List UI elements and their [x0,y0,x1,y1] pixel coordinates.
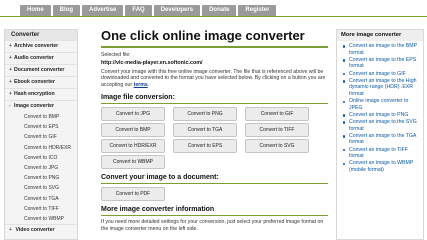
right-sidebar-links: Convert an image to the BMP format Conver… [337,43,423,174]
right-sidebar: More image converter Convert an image to… [336,29,424,240]
right-sidebar-link[interactable]: Convert an image to WBMP (mobile format) [343,160,421,173]
convert-to-tiff-button[interactable]: Convert to TIFF [245,122,309,137]
sidebar-group-video-converter[interactable]: + Video converter [5,224,77,236]
right-sidebar-link[interactable]: Convert an image to the SVG format [343,119,421,132]
selected-file-url: http://vlc-media-player.en.softonic.com/ [101,59,203,66]
selected-file-label: Selected file: [101,52,131,58]
sidebar-item-convert-to-eps[interactable]: Convert to EPS [5,122,77,132]
sidebar-group-audio-converter[interactable]: + Audio converter [5,52,77,64]
convert-to-hdr-exr-button[interactable]: Convert to HDR/EXR [101,138,165,153]
sidebar-title: Converter [5,30,77,40]
sidebar-group-archive-converter[interactable]: + Archive converter [5,40,77,52]
more-info-title: More image converter information [101,205,215,213]
right-sidebar-link[interactable]: Convert an image to GIF [343,71,421,78]
description-text: Convert your image with this free online… [101,68,326,89]
convert-to-svg-button[interactable]: Convert to SVG [245,138,309,153]
sidebar-group-label: Video converter [15,227,55,234]
image-section-divider [101,102,328,104]
nav-link-advertise[interactable]: Advertise [82,5,124,16]
document-button-grid: Convert to PDF [101,186,328,201]
sidebar-item-convert-to-wbmp[interactable]: Convert to WBMP [5,214,77,224]
right-sidebar-link[interactable]: Online image converter to JPEG [343,98,421,111]
nav-link-donate[interactable]: Donate [202,5,237,16]
sidebar-group-label: Audio converter [14,55,54,61]
convert-to-gif-button[interactable]: Convert to GIF [245,106,309,121]
sidebar-item-convert-to-png[interactable]: Convert to PNG [5,173,77,183]
right-sidebar-title: More image converter [337,30,423,41]
right-sidebar-link[interactable]: Convert an image to TIFF format [343,147,421,160]
right-sidebar-link[interactable]: Convert an image to PNG [343,112,421,119]
sidebar-group-image-converter[interactable]: - Image converter [5,100,77,112]
convert-to-tga-button[interactable]: Convert to TGA [173,122,237,137]
top-navigation-bar: Home Blog Advertise FAQ Developers Donate Regi… [0,0,427,17]
nav-link-home[interactable]: Home [20,5,51,16]
nav-link-register[interactable]: Register [238,5,277,16]
right-sidebar-link[interactable]: Convert an image to the EPS format [343,57,421,70]
more-info-divider [101,214,328,216]
document-section-title: Convert your image to a document: [101,173,219,181]
title-divider [101,46,328,48]
convert-to-png-button[interactable]: Convert to PNG [173,106,237,121]
convert-to-jpg-button[interactable]: Convert to JPG [101,106,165,121]
sidebar-group-ebook-converter[interactable]: + Ebook converter [5,76,77,88]
nav-link-faq[interactable]: FAQ [125,5,152,16]
sidebar-group-label: Archive converter [14,43,59,49]
sidebar-group-label: Ebook converter [14,79,55,85]
right-sidebar-link[interactable]: Convert an image to the High dynamic-ran… [343,78,421,98]
sidebar-group-label: Document converter [14,67,65,73]
terms-link[interactable]: terms [134,82,148,88]
sidebar-group-label: Image converter [14,103,55,109]
sidebar-item-convert-to-bmp[interactable]: Convert to BMP [5,112,77,122]
sidebar-group-hash-encryption[interactable]: + Hash encryption [5,88,77,100]
document-section-divider [101,182,328,184]
nav-link-developers[interactable]: Developers [153,5,201,16]
image-section-title: Image file conversion: [101,93,175,101]
sidebar-group-label: Hash encryption [14,91,55,97]
sidebar-item-convert-to-jpg[interactable]: Convert to JPG [5,163,77,173]
sidebar-item-convert-to-tiff[interactable]: Convert to TIFF [5,204,77,214]
more-info-text: If you need more detailed settings for y… [101,218,324,232]
page-title: One click online image converter [101,28,305,43]
nav-menu: Home Blog Advertise FAQ Developers Donate Regi… [20,5,277,16]
convert-to-bmp-button[interactable]: Convert to BMP [101,122,165,137]
main-content: One click online image converter Selecte… [101,28,328,237]
nav-underline [0,16,427,17]
convert-to-pdf-button[interactable]: Convert to PDF [101,186,165,201]
sidebar-group-document-converter[interactable]: + Document converter [5,64,77,76]
sidebar-item-convert-to-hdr-exr[interactable]: Convert to HDR/EXR [5,143,77,153]
sidebar-item-convert-to-svg[interactable]: Convert to SVG [5,183,77,193]
sidebar-item-convert-to-ico[interactable]: Convert to ICO [5,153,77,163]
right-sidebar-link[interactable]: Convert an image to the BMP format [343,43,421,56]
left-sidebar: Converter + Archive converter + Audio conve… [4,29,78,240]
convert-to-eps-button[interactable]: Convert to EPS [173,138,237,153]
right-sidebar-link[interactable]: Convert an image to the TGA format [343,133,421,146]
expand-icon: + [9,227,13,234]
sidebar-item-convert-to-gif[interactable]: Convert to GIF [5,132,77,142]
convert-to-wbmp-button[interactable]: Convert to WBMP [101,154,165,169]
nav-link-blog[interactable]: Blog [52,5,81,16]
image-button-grid: Convert to JPG Convert to PNG Convert to G… [101,106,328,169]
sidebar-item-convert-to-tga[interactable]: Convert to TGA [5,194,77,204]
